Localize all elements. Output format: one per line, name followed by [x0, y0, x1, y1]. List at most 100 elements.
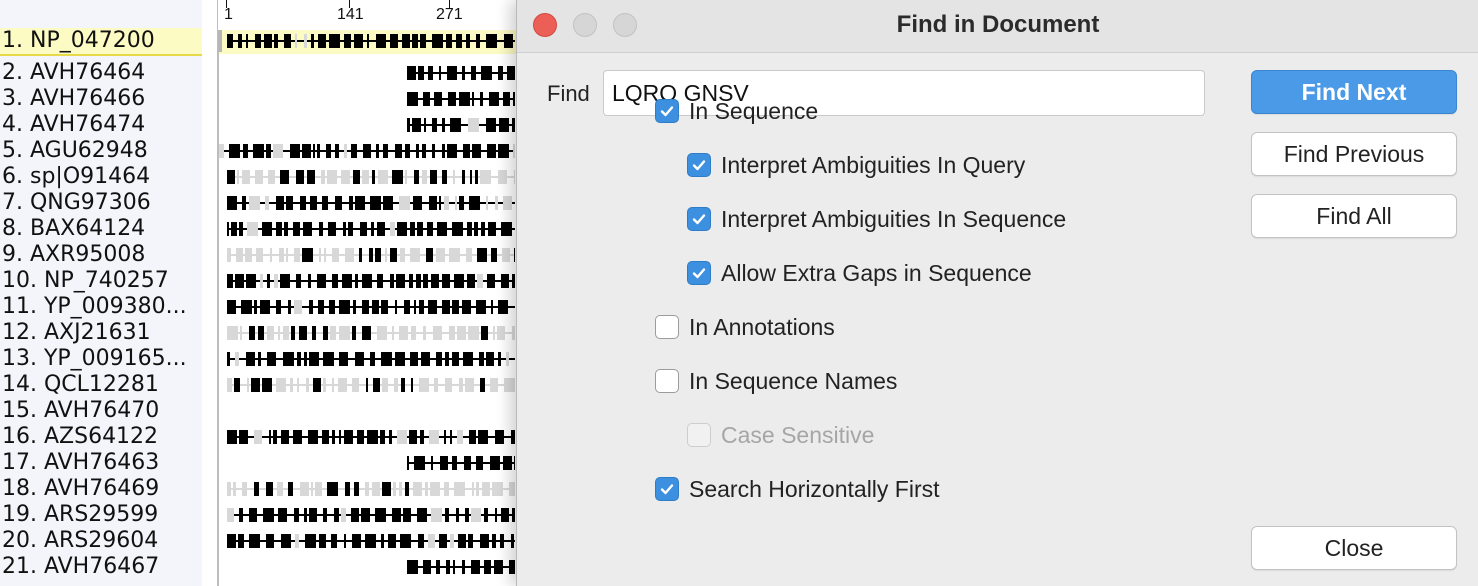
residue-block: [280, 170, 289, 184]
checkbox[interactable]: [687, 261, 711, 285]
sequence-name-row[interactable]: 5. AGU62948: [0, 138, 218, 164]
option-allow-extra-gaps-in-sequence[interactable]: Allow Extra Gaps in Sequence: [687, 258, 1032, 288]
close-button[interactable]: Close: [1251, 526, 1457, 570]
residue-block: [429, 196, 437, 210]
residue-block: [365, 534, 376, 548]
residue-block: [399, 196, 410, 210]
residue-block: [462, 170, 465, 184]
sequence-name-row[interactable]: 2. AVH76464: [0, 60, 218, 86]
option-search-horizontally-first[interactable]: Search Horizontally First: [655, 474, 940, 504]
checkbox[interactable]: [687, 153, 711, 177]
residue-block: [439, 66, 441, 80]
residue-block: [242, 482, 247, 496]
residue-block: [371, 222, 374, 236]
residue-block: [376, 144, 379, 158]
residue-block: [251, 378, 260, 392]
residue-block: [477, 274, 483, 288]
sequence-name-row[interactable]: 10. NP_740257: [0, 268, 218, 294]
residue-block: [318, 34, 326, 48]
checkbox[interactable]: [655, 369, 679, 393]
residue-block: [472, 144, 481, 158]
sequence-name-row[interactable]: 16. AZS64122: [0, 424, 218, 450]
residue-block: [296, 170, 304, 184]
find-next-button[interactable]: Find Next: [1251, 70, 1457, 114]
residue-block: [339, 326, 350, 340]
residue-block: [468, 118, 479, 132]
sequence-name-row[interactable]: 18. AVH76469: [0, 476, 218, 502]
residue-block: [370, 196, 381, 210]
sequence-name-row[interactable]: 9. AXR95008: [0, 242, 218, 268]
option-in-annotations[interactable]: In Annotations: [655, 312, 835, 342]
residue-block: [459, 196, 464, 210]
sequence-name-row[interactable]: 19. ARS29599: [0, 502, 218, 528]
residue-block: [431, 274, 439, 288]
residue-block: [400, 534, 411, 548]
checkbox[interactable]: [655, 99, 679, 123]
sequence-name-row[interactable]: 20. ARS29604: [0, 528, 218, 554]
option-interpret-ambiguities-in-sequence[interactable]: Interpret Ambiguities In Sequence: [687, 204, 1066, 234]
residue-block: [432, 118, 437, 132]
sequence-name-row[interactable]: 21. AVH76467: [0, 554, 218, 580]
sequence-name-row[interactable]: 17. AVH76463: [0, 450, 218, 476]
sequence-name-row[interactable]: 3. AVH76466: [0, 86, 218, 112]
residue-block: [455, 196, 457, 210]
sequence-name-row[interactable]: 12. AXJ21631: [0, 320, 218, 346]
option-in-sequence[interactable]: In Sequence: [655, 96, 818, 126]
residue-block: [418, 66, 424, 80]
sequence-name-row[interactable]: 6. sp|O91464: [0, 164, 218, 190]
residue-block: [495, 508, 497, 522]
residue-block: [263, 508, 274, 522]
sequence-name-row[interactable]: 14. QCL12281: [0, 372, 218, 398]
sequence-name-row[interactable]: 1. NP_047200: [0, 28, 218, 56]
residue-block: [487, 144, 496, 158]
residue-block: [255, 34, 261, 48]
residue-block: [378, 170, 388, 184]
residue-block: [227, 326, 238, 340]
residue-block: [294, 300, 302, 314]
sequence-name-row[interactable]: 11. YP_009380...: [0, 294, 218, 320]
checkbox[interactable]: [687, 207, 711, 231]
residue-block: [503, 92, 510, 106]
residue-block: [240, 326, 242, 340]
residue-block: [442, 170, 447, 184]
residue-block: [377, 222, 385, 236]
residue-block: [344, 534, 346, 548]
residue-block: [414, 300, 416, 314]
sequence-name-row[interactable]: 15. AVH76470: [0, 398, 218, 424]
sequence-name-row[interactable]: 13. YP_009165...: [0, 346, 218, 372]
residue-block: [397, 222, 407, 236]
sequence-name-row[interactable]: 4. AVH76474: [0, 112, 218, 138]
residue-block: [276, 378, 286, 392]
checkbox[interactable]: [655, 477, 679, 501]
residue-block: [227, 482, 231, 496]
residue-block: [442, 300, 450, 314]
find-previous-button[interactable]: Find Previous: [1251, 132, 1457, 176]
residue-block: [322, 430, 329, 444]
option-in-sequence-names[interactable]: In Sequence Names: [655, 366, 897, 396]
residue-block: [375, 248, 381, 262]
residue-block: [475, 170, 478, 184]
residue-block: [276, 222, 282, 236]
residue-block: [498, 144, 509, 158]
residue-block: [390, 222, 395, 236]
residue-block: [466, 34, 470, 48]
residue-block: [470, 170, 472, 184]
residue-block: [313, 378, 321, 392]
residue-block: [405, 170, 407, 184]
find-dialog: Find in Document Find In Sequence Interpr…: [516, 0, 1478, 586]
residue-block: [490, 378, 498, 392]
sequence-name-row[interactable]: 7. QNG97306: [0, 190, 218, 216]
checkbox[interactable]: [655, 315, 679, 339]
sequence-name-row[interactable]: 8. BAX64124: [0, 216, 218, 242]
find-all-button[interactable]: Find All: [1251, 194, 1457, 238]
residue-block: [355, 196, 365, 210]
residue-block: [463, 352, 473, 366]
residue-block: [372, 300, 379, 314]
option-interpret-ambiguities-in-query[interactable]: Interpret Ambiguities In Query: [687, 150, 1025, 180]
residue-block: [502, 248, 510, 262]
residue-block: [266, 144, 271, 158]
residue-block: [511, 430, 515, 444]
residue-block: [512, 274, 515, 288]
track-scroll-handle[interactable]: [218, 30, 222, 52]
residue-block: [468, 326, 479, 340]
